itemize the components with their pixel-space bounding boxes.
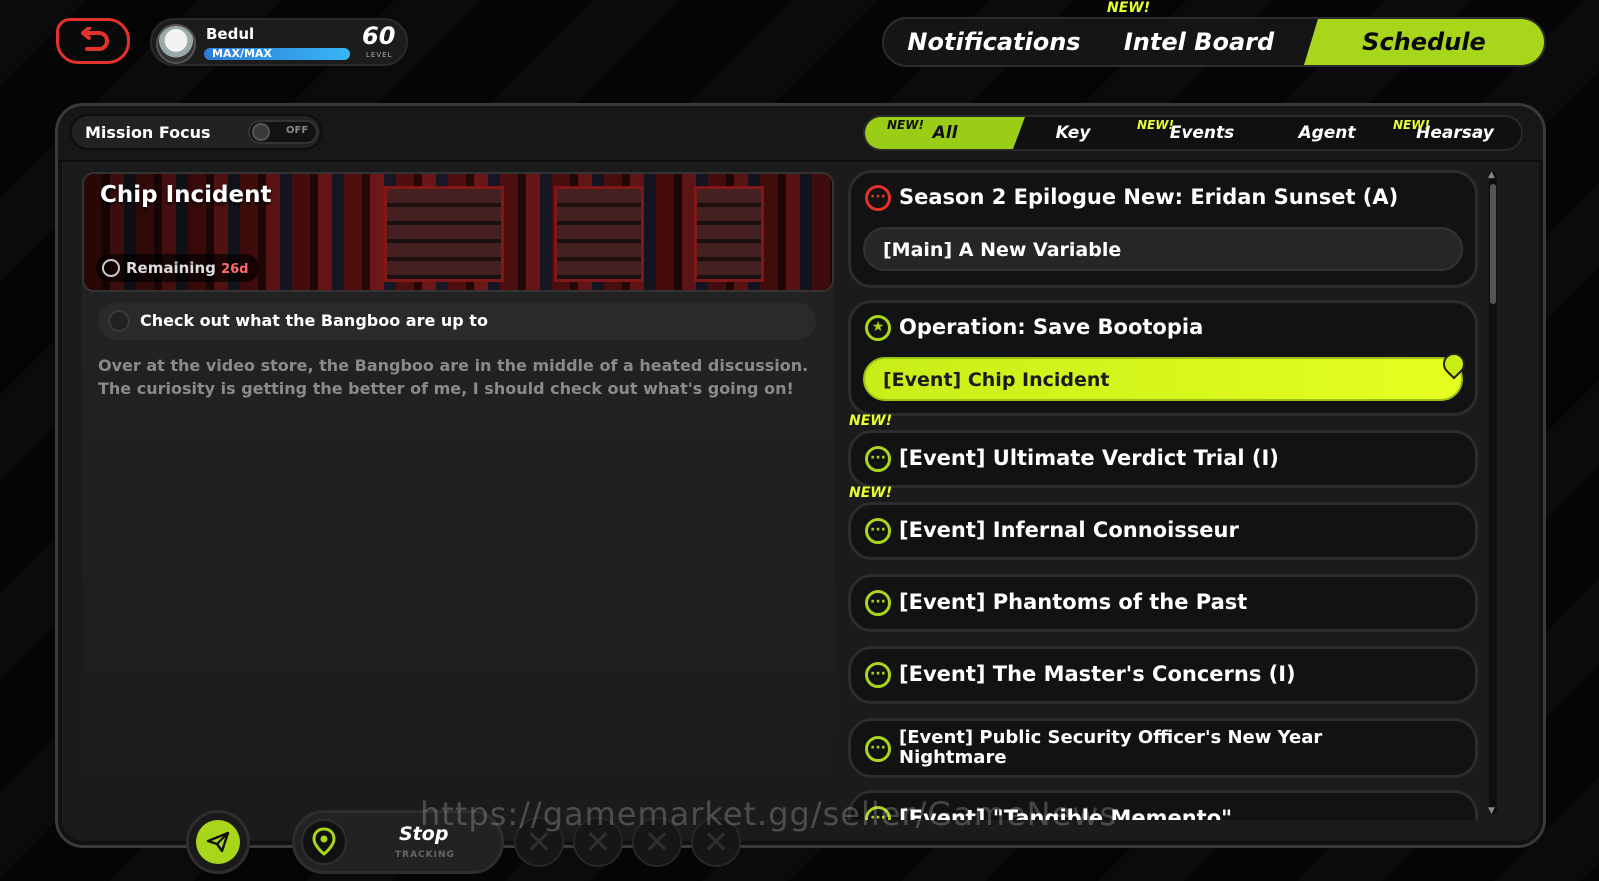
ellipsis-icon: ··· xyxy=(865,590,891,616)
tab-intel-board[interactable]: NEW! Intel Board xyxy=(1099,0,1299,65)
back-button[interactable] xyxy=(56,18,130,64)
avatar xyxy=(156,24,196,64)
toggle-knob xyxy=(252,123,270,141)
mission-list-scrollbar[interactable]: ▲ ▼ xyxy=(1488,170,1497,816)
sub-mission-row[interactable]: [Main] A New Variable xyxy=(863,227,1463,271)
player-level-label: LEVEL xyxy=(366,51,393,59)
objective-check-icon xyxy=(108,310,130,332)
player-level: 60 xyxy=(362,22,396,50)
objective-text: Check out what the Bangboo are up to xyxy=(140,311,488,330)
banner-shelf xyxy=(384,186,504,282)
mission-focus: Mission Focus OFF xyxy=(70,114,322,150)
remaining-badge: Remaining 26d xyxy=(96,254,259,282)
new-badge: NEW! xyxy=(1393,118,1430,132)
banner-shelf xyxy=(554,186,644,282)
new-badge: NEW! xyxy=(849,413,893,429)
objective-row: Check out what the Bangboo are up to xyxy=(98,302,816,340)
mission-card[interactable]: NEW! ··· [Event] Ultimate Verdict Trial … xyxy=(848,413,1478,488)
mission-title: Chip Incident xyxy=(100,182,272,208)
new-badge: NEW! xyxy=(1107,0,1151,16)
ellipsis-icon: ··· xyxy=(865,736,891,762)
back-arrow-icon xyxy=(81,27,109,51)
scroll-down-icon: ▼ xyxy=(1488,806,1495,816)
mission-card-title: Operation: Save Bootopia xyxy=(899,315,1204,339)
ellipsis-icon: ··· xyxy=(865,518,891,544)
mission-detail: Chip Incident Remaining 26d Check out wh… xyxy=(82,172,834,874)
star-icon: ★ xyxy=(865,315,891,341)
banner-shelf xyxy=(694,186,764,282)
mission-card-title: Season 2 Epilogue New: Eridan Sunset (A) xyxy=(899,185,1399,209)
panel-header: Mission Focus OFF NEW! All Key NEW! Even… xyxy=(58,106,1543,162)
mission-description: Over at the video store, the Bangboo are… xyxy=(98,356,809,398)
mission-card-title: [Event] Phantoms of the Past xyxy=(899,590,1248,614)
filter-tab-bar: NEW! All Key NEW! Events Agent NEW! Hear… xyxy=(863,115,1523,151)
tab-notifications-label: Notifications xyxy=(907,28,1081,56)
tab-schedule[interactable]: NEW! Schedule xyxy=(1304,19,1544,65)
tab-schedule-label: Schedule xyxy=(1362,28,1486,56)
filter-events[interactable]: NEW! Events xyxy=(1137,117,1267,149)
clock-icon xyxy=(102,259,120,277)
filter-agent[interactable]: Agent xyxy=(1267,117,1387,149)
ellipsis-icon: ··· xyxy=(865,185,891,211)
mission-card[interactable]: ··· [Event] The Master's Concerns (I) xyxy=(848,646,1478,704)
mission-card-title: [Event] The Master's Concerns (I) xyxy=(899,662,1296,686)
new-badge: NEW! xyxy=(1137,118,1174,132)
mission-card[interactable]: ··· [Event] Public Security Officer's Ne… xyxy=(848,718,1478,778)
filter-key-label: Key xyxy=(1055,123,1091,143)
mission-list: ··· Season 2 Epilogue New: Eridan Sunset… xyxy=(848,170,1478,820)
remaining-value: 26d xyxy=(221,262,249,277)
new-badge: NEW! xyxy=(849,485,893,501)
stop-sublabel: TRACKING xyxy=(395,850,455,860)
toggle-state: OFF xyxy=(286,125,309,136)
filter-all[interactable]: NEW! All xyxy=(865,117,1025,149)
sub-mission-label: [Main] A New Variable xyxy=(883,239,1122,261)
energy-bar-text: MAX/MAX xyxy=(212,47,272,60)
sub-mission-row-selected[interactable]: [Event] Chip Incident xyxy=(863,348,1470,401)
mission-card[interactable]: ★ Operation: Save Bootopia [Event] Chip … xyxy=(848,300,1478,416)
map-pin-icon xyxy=(301,819,347,865)
mission-banner-image: Chip Incident Remaining 26d xyxy=(82,172,834,292)
tracking-pin-icon xyxy=(1438,348,1470,380)
scroll-up-icon: ▲ xyxy=(1488,170,1495,180)
filter-hearsay[interactable]: NEW! Hearsay xyxy=(1389,117,1521,149)
new-badge: NEW! xyxy=(887,118,924,132)
mission-card-title: [Event] Infernal Connoisseur xyxy=(899,518,1239,542)
filter-all-label: All xyxy=(932,123,958,143)
filter-agent-label: Agent xyxy=(1298,123,1356,143)
mission-card-title: [Event] Public Security Officer's New Ye… xyxy=(899,727,1323,768)
watermark: https://gamemarket.gg/seller/GameNews xyxy=(420,795,1118,833)
filter-key[interactable]: Key xyxy=(1013,117,1133,149)
filter-events-label: Events xyxy=(1169,123,1235,143)
mission-card[interactable]: ··· [Event] Phantoms of the Past xyxy=(848,574,1478,632)
tab-intel-board-label: Intel Board xyxy=(1123,28,1275,56)
schedule-panel: Mission Focus OFF NEW! All Key NEW! Even… xyxy=(55,103,1546,874)
ellipsis-icon: ··· xyxy=(865,446,891,472)
paper-plane-icon xyxy=(206,831,230,853)
remaining-label: Remaining xyxy=(126,259,216,277)
sub-mission-label: [Event] Chip Incident xyxy=(883,369,1110,391)
mission-focus-label: Mission Focus xyxy=(85,123,211,142)
share-button[interactable] xyxy=(186,810,250,874)
mission-focus-toggle[interactable]: OFF xyxy=(248,120,318,144)
mission-card[interactable]: ··· Season 2 Epilogue New: Eridan Sunset… xyxy=(848,170,1478,288)
player-profile[interactable]: Bedul MAX/MAX 60 LEVEL xyxy=(150,18,408,66)
mission-card[interactable]: NEW! ··· [Event] Infernal Connoisseur xyxy=(848,485,1478,560)
mission-card-title: [Event] Ultimate Verdict Trial (I) xyxy=(899,446,1279,470)
tab-notifications[interactable]: Notifications xyxy=(894,19,1094,65)
top-tab-bar: Notifications NEW! Intel Board NEW! Sche… xyxy=(882,0,1546,67)
ellipsis-icon: ··· xyxy=(865,662,891,688)
energy-bar: MAX/MAX xyxy=(204,47,350,60)
scroll-thumb[interactable] xyxy=(1490,184,1496,304)
player-name: Bedul xyxy=(206,25,255,43)
